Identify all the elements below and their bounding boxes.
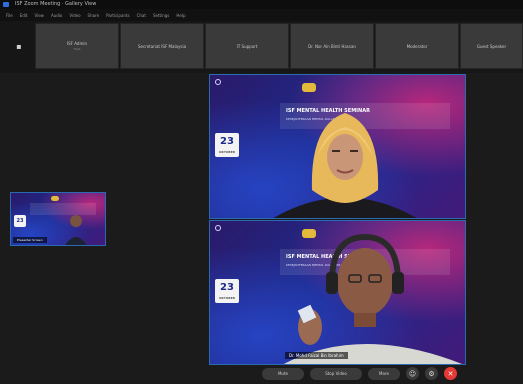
- camera-status-icon: [215, 79, 221, 85]
- menu-bar: File Edit View Audio Video Share Partici…: [0, 9, 523, 21]
- participant-name: IT Support: [236, 43, 258, 49]
- meeting-controls: Mute Stop Video More ☺ ⚙ ✕: [262, 366, 457, 381]
- speaker-figure-male: [283, 233, 462, 364]
- participant-tile[interactable]: IT Support: [205, 23, 289, 69]
- zoom-app-icon: [3, 2, 9, 7]
- camera-status-icon: [215, 225, 221, 231]
- menu-item-audio[interactable]: Audio: [51, 13, 62, 18]
- menu-item-share[interactable]: Share: [88, 13, 100, 18]
- presenter-figure: [65, 215, 87, 245]
- mute-button[interactable]: Mute: [262, 367, 304, 380]
- date-badge: 23: [14, 215, 26, 227]
- participant-strip: ▪ ISF Admin Host Secretariat ISF Malaysi…: [0, 21, 523, 73]
- more-button[interactable]: More: [368, 367, 400, 380]
- participant-tile[interactable]: Moderator: [375, 23, 459, 69]
- participant-tile[interactable]: Secretariat ISF Malaysia: [120, 23, 204, 69]
- participant-tile[interactable]: Guest Speaker: [460, 23, 523, 69]
- strip-menu-icon[interactable]: ▪: [15, 43, 23, 51]
- logo-icon: [51, 196, 59, 201]
- window-title: ISF Zoom Meeting · Gallery View: [15, 1, 97, 7]
- logo-icon: [302, 83, 316, 92]
- menu-item-video[interactable]: Video: [69, 13, 80, 18]
- menu-item-chat[interactable]: Chat: [137, 13, 146, 18]
- participant-tile[interactable]: ISF Admin Host: [35, 23, 119, 69]
- title-bar: ISF Zoom Meeting · Gallery View: [0, 0, 523, 9]
- menu-item-edit[interactable]: Edit: [20, 13, 28, 18]
- date-badge: 23 OKTOBER: [215, 133, 239, 157]
- settings-icon[interactable]: ⚙: [425, 367, 438, 380]
- participant-name: Guest Speaker: [476, 43, 507, 49]
- thumbnail-video[interactable]: 23 Presenter Screen: [10, 192, 106, 246]
- participant-name: Secretariat ISF Malaysia: [137, 43, 187, 49]
- participant-name: Moderator: [406, 43, 428, 49]
- menu-item-help[interactable]: Help: [176, 13, 185, 18]
- menu-item-settings[interactable]: Settings: [153, 13, 169, 18]
- menu-item-view[interactable]: View: [34, 13, 44, 18]
- menu-item-participants[interactable]: Participants: [106, 13, 130, 18]
- date-badge: 23 OKTOBER: [215, 279, 239, 303]
- participant-name: ISF Admin: [66, 41, 88, 46]
- speaker-figure-female: [273, 113, 417, 218]
- end-call-button[interactable]: ✕: [444, 367, 457, 380]
- participant-name: Dr. Nor Ain Binti Hassan: [308, 43, 356, 49]
- participant-role: Host: [73, 47, 81, 51]
- thumb-nameplate: Presenter Screen: [13, 237, 47, 243]
- reactions-icon[interactable]: ☺: [406, 367, 419, 380]
- menu-item-file[interactable]: File: [6, 13, 13, 18]
- video-tile-bottom[interactable]: ISF MENTAL HEALTH SEMINAR KESEJAHTERAAN …: [209, 220, 466, 365]
- video-tile-top[interactable]: ISF MENTAL HEALTH SEMINAR KESEJAHTERAAN …: [209, 74, 466, 219]
- stop-video-button[interactable]: Stop Video: [310, 367, 362, 380]
- speaker-nameplate: Dr. Mohd Faizal Bin Ibrahim: [285, 352, 348, 359]
- participant-tile[interactable]: Dr. Nor Ain Binti Hassan: [290, 23, 374, 69]
